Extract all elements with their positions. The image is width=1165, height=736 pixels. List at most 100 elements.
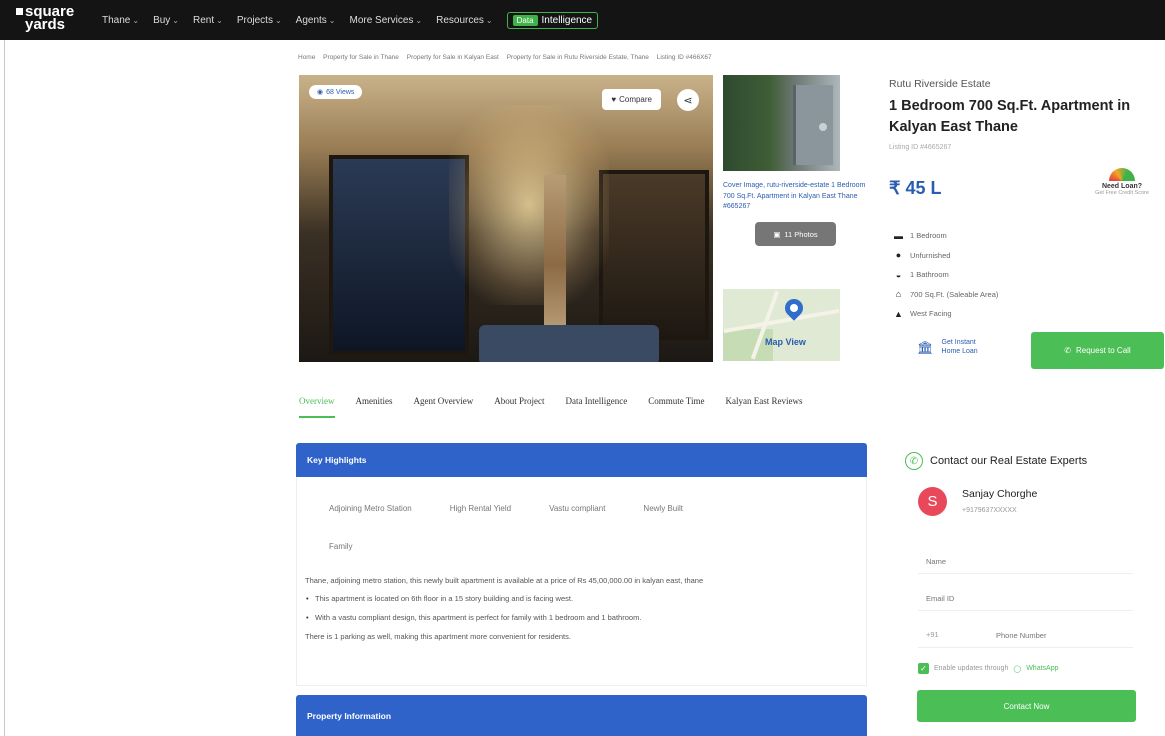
thumbnail-photo[interactable] bbox=[723, 75, 840, 171]
country-code-select[interactable]: +91 bbox=[926, 630, 939, 639]
tab-data-intelligence[interactable]: Data Intelligence bbox=[565, 396, 627, 418]
nav-item-thane[interactable]: Thane ⌄ bbox=[102, 15, 139, 26]
need-loan-label: Need Loan? bbox=[1101, 183, 1143, 190]
data-badge: Data bbox=[512, 14, 538, 26]
left-border bbox=[4, 40, 5, 736]
photos-count-label: 11 Photos bbox=[784, 229, 818, 239]
compare-label: Compare bbox=[619, 95, 652, 104]
nav-item-more-services[interactable]: More Services ⌄ bbox=[350, 15, 423, 26]
key-highlights-body: Adjoining Metro Station High Rental Yiel… bbox=[296, 477, 867, 686]
data-intelligence-button[interactable]: Data Intelligence bbox=[506, 11, 599, 29]
main-property-photo[interactable]: ◉ 68 Views ♥ Compare ⋖ bbox=[299, 75, 713, 362]
compare-button[interactable]: ♥ Compare bbox=[602, 89, 661, 110]
tab-commute-time[interactable]: Commute Time bbox=[648, 396, 704, 418]
feature-bedrooms: ▬ 1 Bedroom bbox=[894, 230, 947, 241]
feature-furnishing: ● Unfurnished bbox=[893, 246, 998, 266]
highlight-tag: Adjoining Metro Station bbox=[329, 504, 412, 513]
request-to-call-button[interactable]: ✆ Request to Call bbox=[1031, 332, 1164, 369]
key-highlights-header: Key Highlights bbox=[296, 443, 867, 477]
chevron-down-icon: ⌄ bbox=[485, 15, 493, 25]
request-call-label: Request to Call bbox=[1076, 346, 1131, 355]
tab-agent-overview[interactable]: Agent Overview bbox=[414, 396, 474, 418]
credit-score-link: Get Free Credit Score bbox=[1095, 190, 1149, 196]
highlight-tag: Vastu compliant bbox=[549, 504, 606, 513]
agent-name: Sanjay Chorghe bbox=[962, 488, 1038, 500]
breadcrumb: Home Property for Sale in Thane Property… bbox=[298, 54, 718, 61]
contact-title-text: Contact our Real Estate Experts bbox=[930, 455, 1088, 467]
contact-experts-title: ✆ Contact our Real Estate Experts bbox=[905, 452, 1087, 470]
chevron-down-icon: ⌄ bbox=[216, 15, 223, 25]
data-intelligence-label: Intelligence bbox=[541, 14, 593, 26]
map-road bbox=[723, 308, 840, 334]
email-field[interactable] bbox=[918, 587, 1133, 611]
overview-description: Thane, adjoining metro station, this new… bbox=[305, 575, 865, 643]
map-view-label: Map View bbox=[765, 337, 806, 347]
nav-item-resources[interactable]: Resources ⌄ bbox=[436, 15, 493, 26]
thumbnail-door-knob bbox=[819, 123, 827, 131]
breadcrumb-kalyan-east[interactable]: Property for Sale in Kalyan East bbox=[407, 54, 499, 61]
feature-bathrooms: ◒ 1 Bathroom bbox=[893, 265, 998, 285]
home-loan-line1: Get Instant bbox=[941, 339, 976, 346]
share-button[interactable]: ⋖ bbox=[677, 89, 699, 111]
property-features-list: ▬ 1 Bedroom ● Unfurnished ◒ 1 Bathroom ⌂ 700… bbox=[893, 226, 998, 324]
nav-item-agents[interactable]: Agents ⌄ bbox=[296, 15, 336, 26]
need-loan-widget[interactable]: Need Loan? Get Free Credit Score bbox=[1080, 168, 1164, 196]
photo-window-right bbox=[599, 170, 709, 340]
instant-home-loan-link[interactable]: 🏛 Get Instant Home Loan bbox=[917, 338, 978, 356]
section-tabs: Overview Amenities Agent Overview About … bbox=[299, 396, 823, 418]
phone-number-field[interactable] bbox=[996, 624, 1133, 646]
highlight-tag: Newly Built bbox=[643, 504, 683, 513]
eye-icon: ◉ bbox=[317, 89, 324, 96]
project-name[interactable]: Rutu Riverside Estate bbox=[889, 78, 991, 90]
tab-about-project[interactable]: About Project bbox=[494, 396, 544, 418]
property-information-header[interactable]: Property Information bbox=[296, 695, 867, 736]
bathtub-icon: ◒ bbox=[895, 269, 902, 280]
tab-overview[interactable]: Overview bbox=[299, 396, 335, 418]
bed-icon: ▬ bbox=[894, 230, 903, 241]
chevron-down-icon: ⌄ bbox=[172, 15, 179, 25]
home-icon: ⌂ bbox=[895, 289, 902, 300]
share-icon: ⋖ bbox=[683, 94, 693, 107]
whatsapp-updates-option[interactable]: ✓ Enable updates through ◯ WhatsApp bbox=[918, 663, 1058, 674]
view-photos-button[interactable]: ▣ 11 Photos bbox=[755, 222, 836, 246]
description-paragraph: Thane, adjoining metro station, this new… bbox=[305, 576, 704, 585]
views-count-text: 68 Views bbox=[326, 88, 355, 96]
compass-icon: ▲ bbox=[894, 308, 903, 319]
listing-title: 1 Bedroom 700 Sq.Ft. Apartment in Kalyan… bbox=[889, 98, 1131, 135]
description-bullet: With a vastu compliant design, this apar… bbox=[305, 612, 865, 624]
square-yards-logo[interactable]: square yards bbox=[16, 4, 74, 32]
chevron-down-icon: ⌄ bbox=[328, 15, 336, 25]
thumbnail-door bbox=[793, 85, 833, 165]
chevron-down-icon: ⌄ bbox=[132, 15, 140, 25]
description-bullets: This apartment is located on 6th floor i… bbox=[305, 593, 865, 624]
breadcrumb-home[interactable]: Home bbox=[298, 54, 315, 61]
top-navbar: square yards Thane ⌄ Buy ⌄ Rent ⌄ Projects ⌄… bbox=[0, 0, 1165, 40]
name-field[interactable] bbox=[918, 550, 1133, 574]
contact-now-button[interactable]: Contact Now bbox=[917, 690, 1136, 722]
map-view-thumbnail[interactable]: Map View bbox=[723, 289, 840, 361]
breadcrumb-thane[interactable]: Property for Sale in Thane bbox=[323, 54, 399, 61]
nav-item-projects[interactable]: Projects ⌄ bbox=[237, 15, 282, 26]
whatsapp-label: WhatsApp bbox=[1026, 665, 1059, 672]
nav-item-buy[interactable]: Buy ⌄ bbox=[153, 15, 179, 26]
chevron-down-icon: ⌄ bbox=[415, 15, 423, 25]
photo-sofa bbox=[479, 325, 659, 362]
nav-item-rent[interactable]: Rent ⌄ bbox=[193, 15, 223, 26]
breadcrumb-listing-id: Listing ID #466X67 bbox=[656, 54, 712, 61]
breadcrumb-project[interactable]: Property for Sale in Rutu Riverside Esta… bbox=[507, 54, 649, 61]
description-paragraph: There is 1 parking as well, making this … bbox=[305, 632, 571, 641]
tab-amenities[interactable]: Amenities bbox=[356, 396, 393, 418]
home-loan-line2: Home Loan bbox=[941, 348, 978, 355]
photo-lamp-glow bbox=[449, 105, 609, 305]
cover-image-alt-text[interactable]: Cover Image, rutu-riverside-estate 1 Bed… bbox=[723, 181, 871, 213]
highlight-tags: Adjoining Metro Station High Rental Yiel… bbox=[329, 504, 683, 513]
bank-icon: 🏛 bbox=[917, 339, 934, 355]
agent-phone: +9179637XXXXX bbox=[962, 507, 1017, 514]
feature-facing: ▲ West Facing bbox=[894, 308, 952, 319]
feature-area: ⌂ 700 Sq.Ft. (Saleable Area) bbox=[893, 285, 999, 305]
highlight-tag: High Rental Yield bbox=[449, 504, 512, 513]
checkbox-checked-icon[interactable]: ✓ bbox=[918, 663, 929, 674]
furnishing-icon: ● bbox=[895, 250, 902, 261]
tab-kalyan-east-reviews[interactable]: Kalyan East Reviews bbox=[725, 396, 802, 418]
phone-icon: ✆ bbox=[1064, 346, 1071, 355]
